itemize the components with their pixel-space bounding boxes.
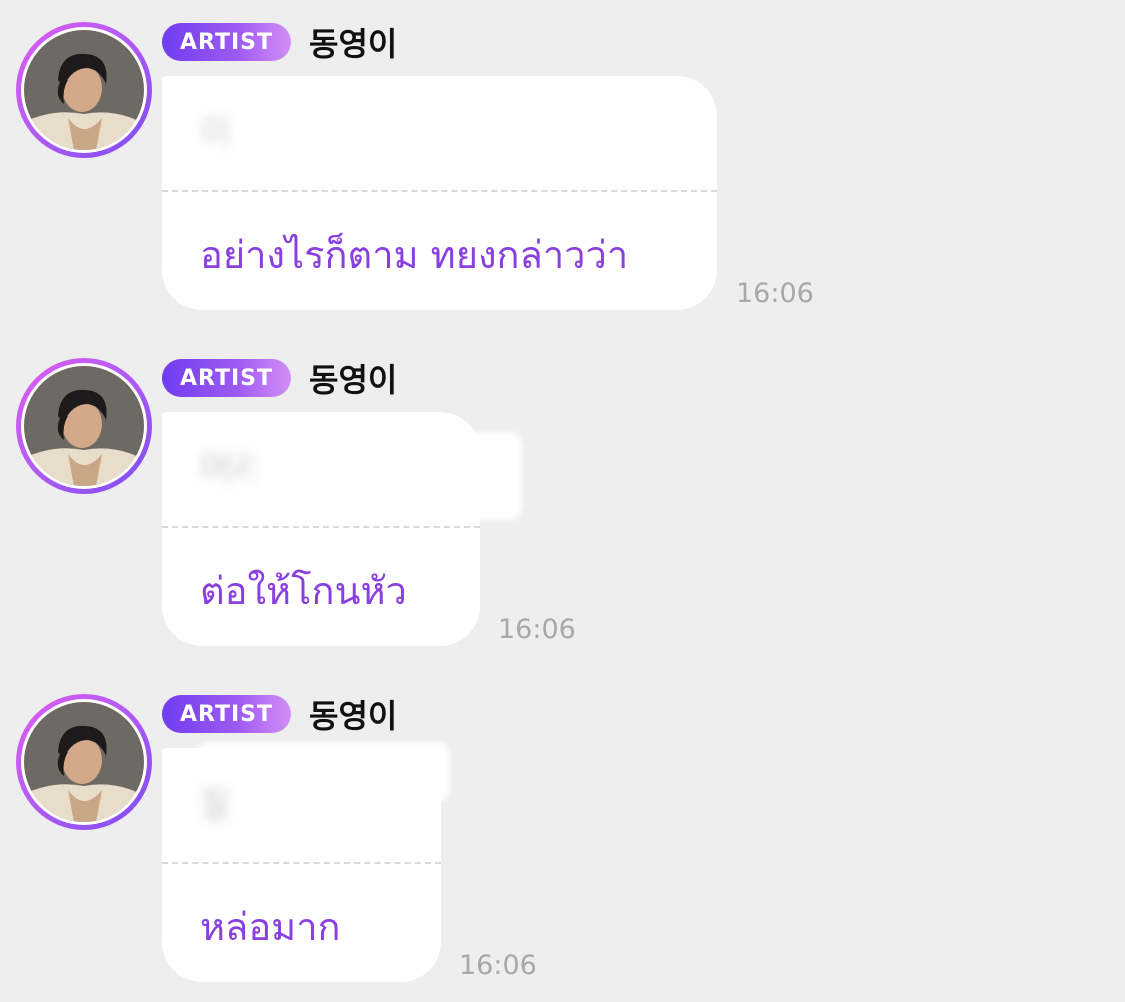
message-header: ARTIST 동영이 [162, 355, 397, 401]
avatar[interactable] [16, 22, 152, 158]
translation-divider [162, 190, 717, 192]
translation-divider [162, 862, 441, 864]
chat-message: ARTIST 동영이 이 อย่างไรก็ตาม ทยงกล่าวว่า 16… [0, 0, 1125, 320]
artist-badge: ARTIST [162, 695, 292, 733]
translated-message-text: อย่างไรก็ตาม ทยงกล่าวว่า [200, 233, 629, 277]
message-timestamp: 16:06 [736, 278, 814, 309]
chat-message: ARTIST 동영이 잘 หล่อมาก 16:06 [0, 672, 1125, 992]
message-timestamp: 16:06 [498, 614, 576, 645]
chat-message: ARTIST 동영이 머리 ต่อให้โกนหัว 16:06 [0, 336, 1125, 656]
message-bubble[interactable]: 이 อย่างไรก็ตาม ทยงกล่าวว่า [162, 76, 717, 310]
blur-mask [232, 768, 432, 848]
translation-divider [162, 526, 480, 528]
translated-message-text: หล่อมาก [200, 905, 341, 949]
avatar[interactable] [16, 358, 152, 494]
original-message-text: 잘 [200, 785, 234, 826]
translated-message-text: ต่อให้โกนหัว [200, 569, 407, 613]
blur-mask [252, 434, 452, 512]
sender-name[interactable]: 동영이 [309, 19, 397, 65]
blur-mask [232, 96, 432, 176]
artist-badge: ARTIST [162, 23, 292, 61]
message-timestamp: 16:06 [459, 950, 537, 981]
original-message-text: 이 [200, 113, 234, 154]
avatar-frame [21, 27, 147, 153]
avatar[interactable] [16, 694, 152, 830]
avatar-frame [21, 363, 147, 489]
message-bubble[interactable]: 잘 หล่อมาก [162, 748, 441, 982]
artist-badge: ARTIST [162, 359, 292, 397]
message-header: ARTIST 동영이 [162, 691, 397, 737]
sender-name[interactable]: 동영이 [309, 355, 397, 401]
sender-name[interactable]: 동영이 [309, 691, 397, 737]
avatar-frame [21, 699, 147, 825]
message-bubble[interactable]: 머리 ต่อให้โกนหัว [162, 412, 480, 646]
artist-profile-photo-icon [24, 30, 144, 150]
message-header: ARTIST 동영이 [162, 19, 397, 65]
artist-profile-photo-icon [24, 366, 144, 486]
chat-feed[interactable]: ARTIST 동영이 이 อย่างไรก็ตาม ทยงกล่าวว่า 16… [0, 0, 1125, 1002]
artist-profile-photo-icon [24, 702, 144, 822]
